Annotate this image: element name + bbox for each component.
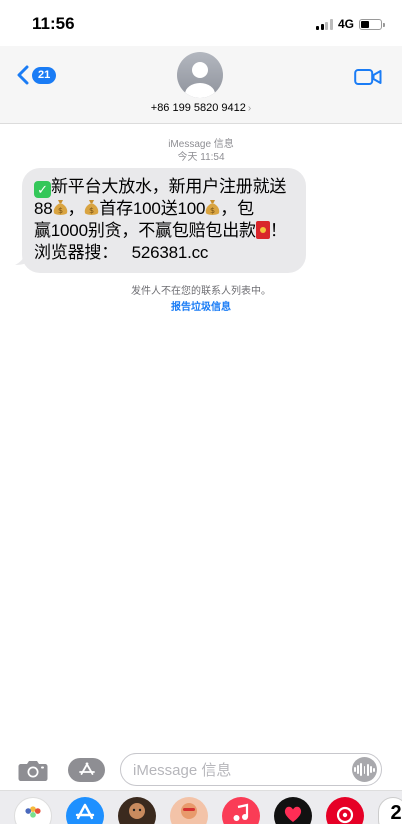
money-bag-emoji-icon: $ — [85, 200, 99, 215]
battery-icon — [359, 18, 385, 30]
message-line-4: 浏览器搜： 526381.cc — [34, 243, 209, 262]
report-junk-link[interactable]: 报告垃圾信息 — [0, 298, 402, 313]
video-call-icon[interactable] — [354, 68, 382, 86]
app-store-icon — [78, 762, 95, 775]
check-emoji-icon: ✓ — [34, 181, 51, 198]
message-timestamp: 今天 11:54 — [177, 152, 225, 163]
message-meta: iMessage 信息 今天 11:54 — [0, 138, 402, 164]
message-line-1: ✓ 新平台大放水，新用户注册就送 — [34, 176, 295, 198]
contact-number: +86 199 5820 9412 — [150, 102, 246, 114]
svg-text:$: $ — [89, 206, 94, 215]
money-bag-emoji-icon: $ — [206, 200, 220, 215]
contact-name-button[interactable]: +86 199 5820 9412 › — [0, 102, 402, 114]
audio-waveform-icon[interactable] — [352, 757, 377, 782]
more-apps-icon[interactable]: 2 — [378, 797, 402, 824]
unread-count-badge: 21 — [32, 66, 57, 84]
message-line-2: 88 $， $ 首存100送100 $ ，包 — [34, 199, 254, 218]
camera-icon[interactable] — [18, 758, 48, 782]
app-drawer: 2 — [0, 790, 402, 824]
signal-icon — [316, 18, 333, 30]
conversation-header: 21 +86 199 5820 9412 › — [0, 46, 402, 124]
digital-touch-app-icon[interactable] — [274, 797, 312, 824]
app-store-button[interactable] — [68, 758, 105, 782]
status-time: 11:56 — [32, 14, 75, 33]
netease-music-app-icon[interactable] — [326, 797, 364, 824]
app-store-app-icon[interactable] — [66, 797, 104, 824]
memoji-stickers-app-icon[interactable] — [170, 797, 208, 824]
service-label: iMessage 信息 — [168, 139, 234, 150]
network-type: 4G — [337, 17, 354, 31]
photos-app-icon[interactable] — [14, 797, 52, 824]
status-bar: 11:56 4G — [0, 0, 402, 46]
message-input[interactable] — [133, 760, 343, 780]
svg-text:$: $ — [58, 206, 63, 215]
back-chevron-icon — [17, 65, 29, 85]
red-envelope-emoji-icon — [255, 221, 270, 239]
avatar-icon[interactable] — [177, 52, 223, 98]
partial-app-label: 2 — [390, 802, 402, 824]
status-indicators: 4G — [316, 17, 385, 31]
money-bag-emoji-icon: $ — [53, 200, 67, 215]
message-line-3: 赢1000别贪，不赢包赔包出款！ — [34, 221, 287, 240]
svg-text:$: $ — [210, 206, 215, 215]
chevron-right-icon: › — [247, 103, 252, 114]
memoji-app-icon[interactable] — [118, 797, 156, 824]
message-input-container — [120, 753, 382, 786]
person-silhouette-icon — [185, 62, 215, 98]
message-bubble[interactable]: ✓ 新平台大放水，新用户注册就送 88 $， $ 首存100送100 $ ，包 赢1000别… — [22, 168, 306, 273]
back-button[interactable]: 21 — [16, 65, 57, 85]
unknown-sender-notice: 发件人不在您的联系人列表中。 — [131, 286, 271, 297]
music-app-icon[interactable] — [222, 797, 260, 824]
